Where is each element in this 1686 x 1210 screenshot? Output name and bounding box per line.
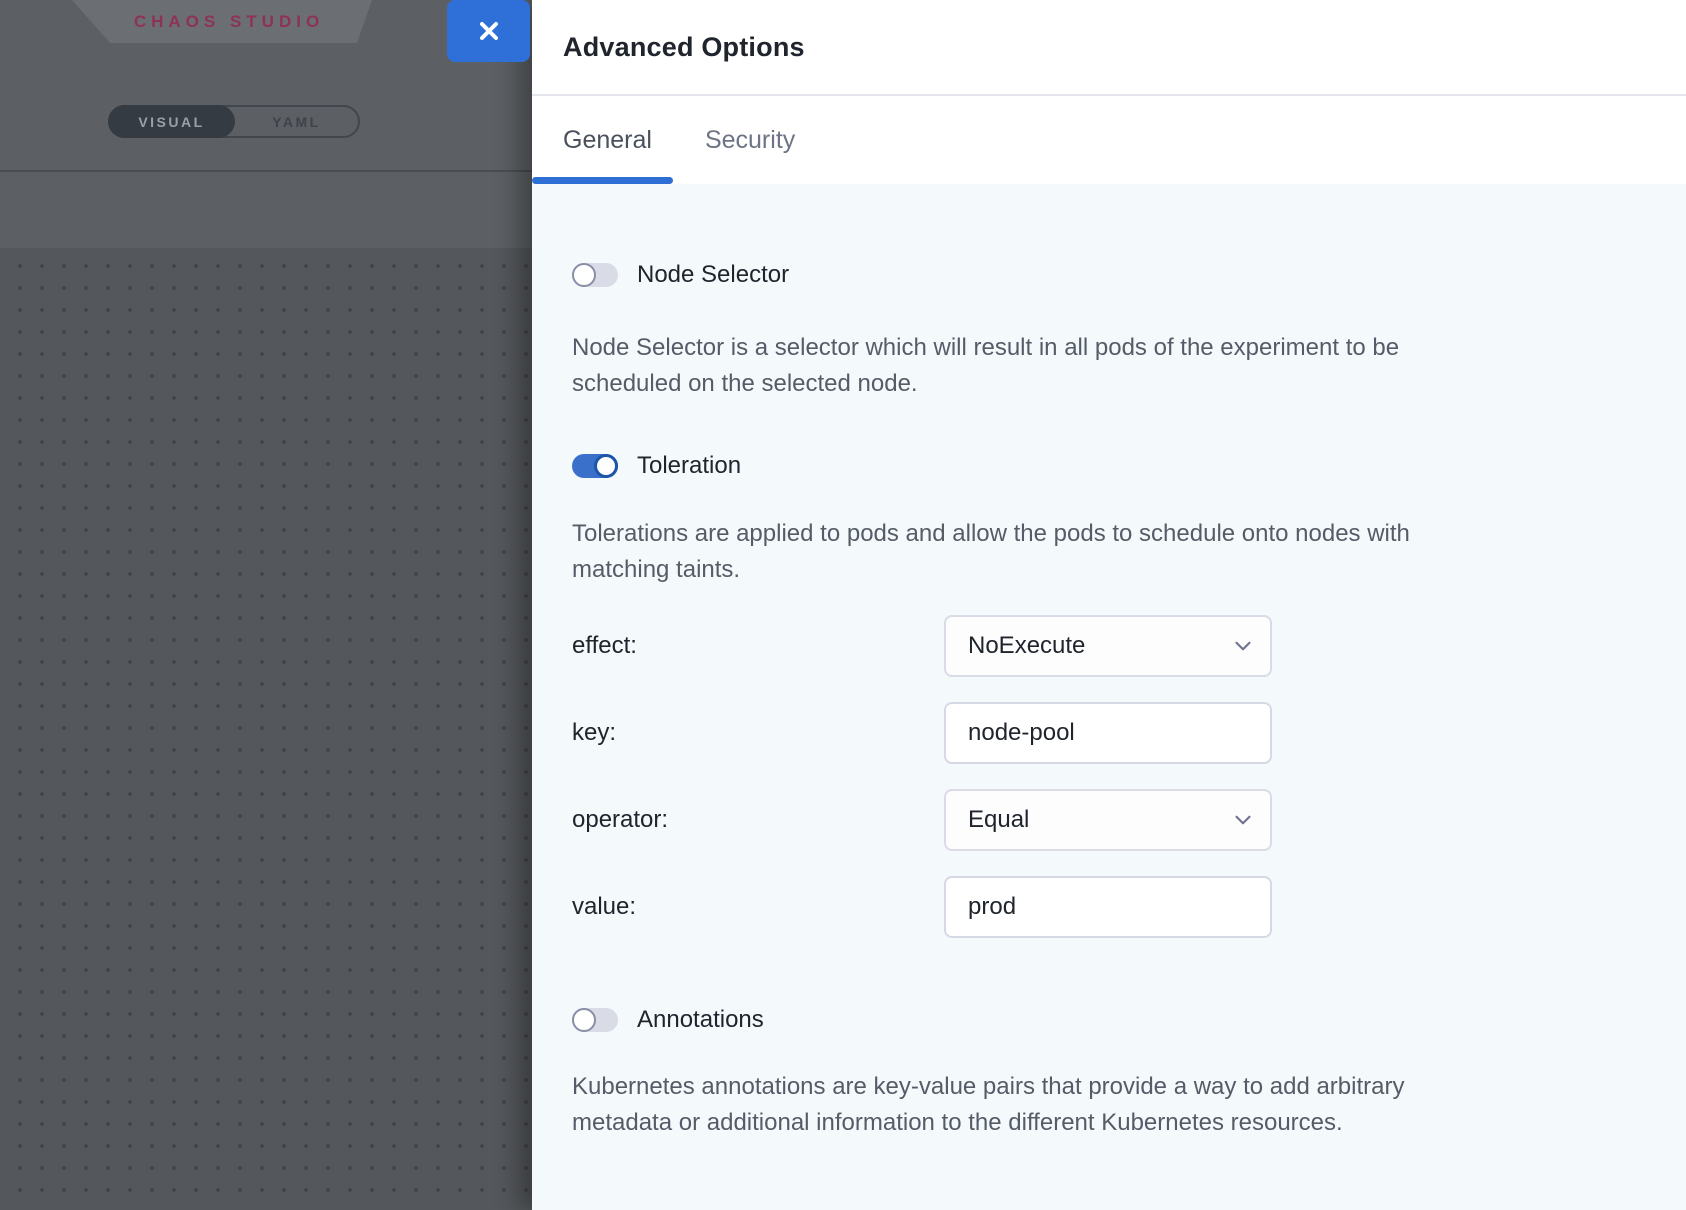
node-selector-label: Node Selector [637, 261, 789, 289]
drawer-close-button[interactable] [447, 0, 530, 62]
node-selector-description: Node Selector is a selector which will r… [572, 330, 1646, 402]
toleration-label: Toleration [637, 452, 741, 480]
value-field-label: value: [572, 893, 944, 921]
description-line: Node Selector is a selector which will r… [572, 330, 1646, 366]
value-input[interactable] [944, 876, 1272, 938]
description-line: metadata or additional information to th… [572, 1105, 1646, 1141]
toleration-description: Tolerations are applied to pods and allo… [572, 516, 1646, 588]
annotations-description: Kubernetes annotations are key-value pai… [572, 1069, 1646, 1141]
drawer-header: Advanced Options [532, 0, 1686, 96]
description-line: Kubernetes annotations are key-value pai… [572, 1069, 1646, 1105]
effect-field-label: effect: [572, 632, 944, 660]
node-selector-row: Node Selector [572, 262, 1646, 287]
drawer-title: Advanced Options [563, 32, 805, 63]
general-tab-content: Node Selector Node Selector is a selecto… [532, 184, 1686, 1210]
visual-yaml-switch: VISUAL YAML [108, 105, 360, 138]
tab-security[interactable]: Security [705, 96, 795, 184]
yaml-tab[interactable]: YAML [235, 107, 358, 136]
toleration-row: Toleration [572, 453, 1646, 478]
operator-field-label: operator: [572, 806, 944, 834]
chaos-studio-banner: CHAOS STUDIO [72, 0, 372, 43]
operator-select[interactable]: Equal [944, 789, 1272, 851]
operator-field-row: operator: Equal [572, 789, 1646, 851]
toggle-knob [572, 263, 596, 287]
chaos-studio-title: CHAOS STUDIO [120, 12, 324, 32]
experiment-canvas [0, 248, 532, 1210]
value-field-row: value: [572, 876, 1646, 938]
toolbar-divider [0, 170, 532, 172]
tab-general-label: General [563, 126, 652, 155]
visual-tab[interactable]: VISUAL [108, 105, 235, 138]
description-line: Tolerations are applied to pods and allo… [572, 516, 1646, 552]
operator-select-value: Equal [968, 806, 1029, 834]
tab-general[interactable]: General [532, 96, 673, 184]
effect-field-row: effect: NoExecute [572, 615, 1646, 677]
key-field-row: key: [572, 702, 1646, 764]
node-selector-toggle[interactable] [572, 263, 618, 287]
toleration-toggle[interactable] [572, 454, 618, 478]
screen: CHAOS STUDIO VISUAL YAML Advanced Option… [0, 0, 1686, 1210]
chaos-studio-background: CHAOS STUDIO VISUAL YAML [0, 0, 532, 1210]
toggle-knob [572, 1008, 596, 1032]
annotations-label: Annotations [637, 1006, 764, 1034]
description-line: matching taints. [572, 552, 1646, 588]
active-tab-indicator [532, 177, 673, 184]
chevron-down-icon [1230, 807, 1256, 833]
effect-select-value: NoExecute [968, 632, 1085, 660]
tab-security-label: Security [705, 126, 795, 155]
close-icon [478, 20, 500, 42]
drawer-tabs: General Security [532, 96, 1686, 184]
toggle-knob [594, 454, 618, 478]
chevron-down-icon [1230, 633, 1256, 659]
key-input[interactable] [944, 702, 1272, 764]
effect-select[interactable]: NoExecute [944, 615, 1272, 677]
annotations-row: Annotations [572, 1007, 1646, 1032]
key-field-label: key: [572, 719, 944, 747]
annotations-toggle[interactable] [572, 1008, 618, 1032]
toleration-form: effect: NoExecute key: operator: [572, 615, 1646, 938]
advanced-options-drawer: Advanced Options General Security Node S… [532, 0, 1686, 1210]
description-line: scheduled on the selected node. [572, 366, 1646, 402]
